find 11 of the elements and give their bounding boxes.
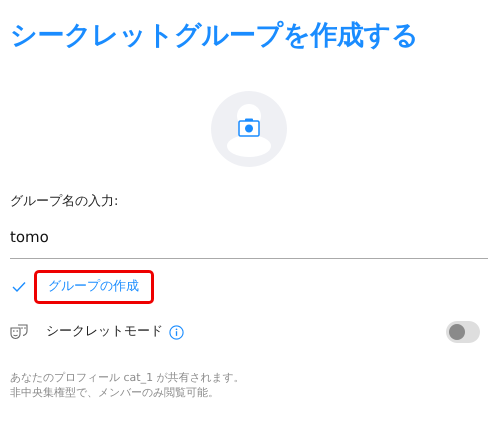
secret-mode-toggle[interactable] (446, 321, 480, 344)
info-icon[interactable] (169, 324, 184, 340)
secret-mode-label: シークレットモード (46, 323, 163, 342)
page-title: シークレットグループを作成する (10, 19, 420, 53)
field-label: グループ名の入力: (10, 193, 120, 212)
masks-icon (10, 324, 28, 340)
info-text: あなたのプロフィール cat_1 が共有されます。 (10, 370, 246, 386)
checkmark-icon (12, 281, 26, 294)
info-text: 非中央集権型で、メンバーのみ閲覧可能。 (10, 385, 220, 400)
group-name-field[interactable]: tomo (10, 212, 488, 260)
avatar-camera-icon[interactable] (211, 91, 287, 168)
